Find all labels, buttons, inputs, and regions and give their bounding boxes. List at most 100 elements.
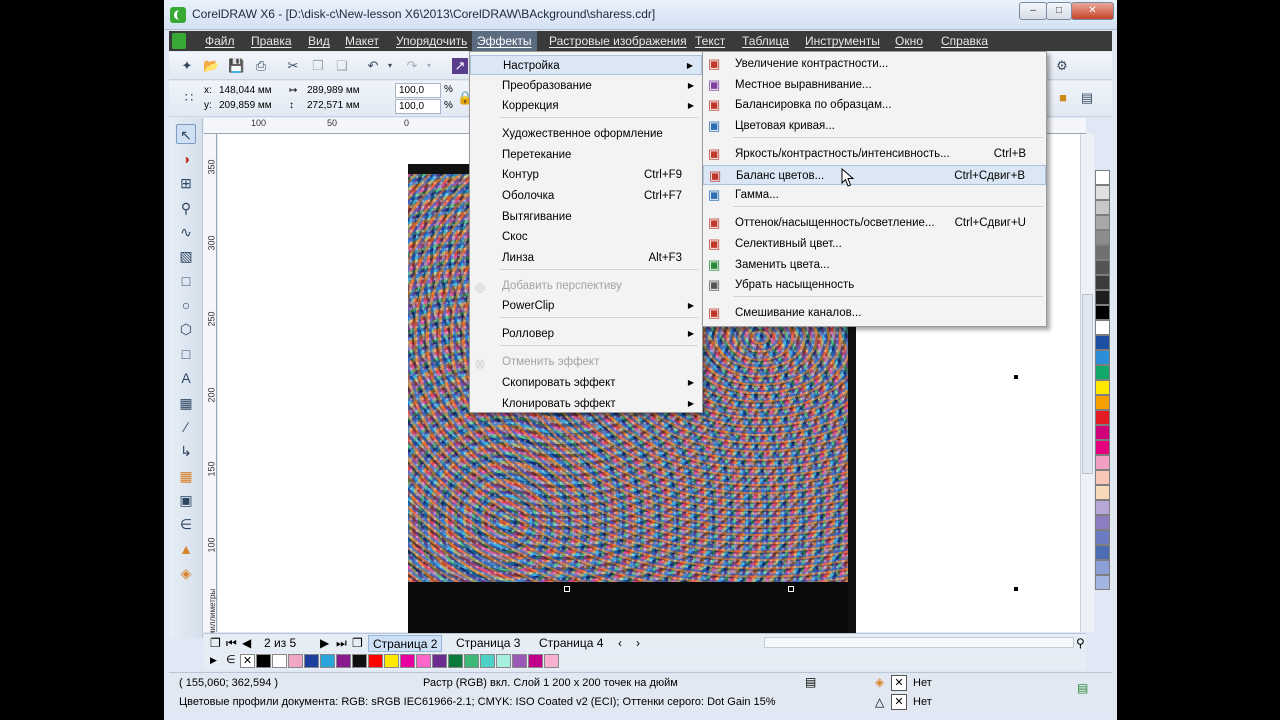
adjust-menu-item[interactable]: ▣ Заменить цвета... — [703, 255, 1046, 275]
adjust-menu-item[interactable]: ▣ Оттенок/насыщенность/осветление... Ctrl+… — [703, 213, 1046, 233]
document-color-swatch[interactable] — [480, 654, 495, 668]
tab-page-3[interactable]: Страница 3 — [452, 635, 524, 652]
palette-swatch[interactable] — [1095, 560, 1110, 575]
document-color-swatch[interactable] — [288, 654, 303, 668]
document-color-swatch[interactable] — [544, 654, 559, 668]
minimize-button[interactable]: – — [1019, 2, 1047, 20]
palette-eyedropper-icon[interactable]: ∈ — [222, 652, 240, 669]
palette-swatch[interactable] — [1095, 500, 1110, 515]
connector-tool-icon[interactable]: ↳ — [176, 441, 196, 461]
effects-menu-item[interactable]: Преобразование ▶ — [470, 76, 702, 96]
copy-icon[interactable]: ❐ — [310, 58, 326, 74]
document-color-swatch[interactable] — [256, 654, 271, 668]
effects-menu-item[interactable]: Оболочка Ctrl+F7 — [470, 186, 702, 206]
menu-table[interactable]: Таблица — [737, 31, 794, 51]
palette-swatch[interactable] — [1095, 350, 1110, 365]
adjust-menu-item[interactable]: ▣ Гамма... — [703, 185, 1046, 205]
prev-page-icon[interactable]: ◀ — [238, 635, 255, 652]
x-position-field[interactable]: 148,044 мм — [219, 84, 272, 98]
smart-fill-tool-icon[interactable]: ▧ — [176, 246, 196, 266]
effects-menu-item[interactable]: Линза Alt+F3 — [470, 248, 702, 268]
palette-swatch[interactable] — [1095, 545, 1110, 560]
ellipse-tool-icon[interactable]: ○ — [176, 295, 196, 315]
palette-swatch[interactable] — [1095, 185, 1110, 200]
effects-menu-item[interactable]: Клонировать эффект ▶ — [470, 394, 702, 414]
next-page-icon[interactable]: ▶ — [316, 635, 333, 652]
palette-swatch[interactable] — [1095, 410, 1110, 425]
palette-swatch[interactable] — [1095, 455, 1110, 470]
tabs-scroll-left-icon[interactable]: ‹ — [614, 635, 626, 652]
effects-menu-item[interactable]: Добавить перспективу ◎ — [470, 276, 702, 296]
palette-swatch[interactable] — [1095, 290, 1110, 305]
snap-icon[interactable]: ▤ — [805, 675, 816, 689]
vertical-ruler[interactable]: 350 300 250 200 150 100 миллиметры — [203, 134, 217, 636]
effects-menu-item[interactable]: Скопировать эффект ▶ — [470, 373, 702, 393]
palette-swatch[interactable] — [1095, 470, 1110, 485]
adjust-menu-item[interactable]: ▣ Селективный цвет... — [703, 234, 1046, 254]
palette-swatch[interactable] — [1095, 215, 1110, 230]
document-color-swatch[interactable] — [352, 654, 367, 668]
y-position-field[interactable]: 209,859 мм — [219, 99, 272, 113]
menu-file[interactable]: Файл — [200, 31, 240, 51]
palette-play-icon[interactable]: ▶ — [206, 652, 221, 669]
effects-menu-item[interactable]: Отменить эффект ◎ — [470, 352, 702, 372]
eyedropper-tool-icon[interactable]: ∈ — [176, 514, 196, 534]
dimension-tool-icon[interactable]: ∕ — [176, 417, 196, 437]
print-icon[interactable]: ⎙ — [253, 58, 269, 74]
bitmap-trace-icon[interactable]: ■ — [1055, 90, 1071, 106]
effects-menu-item[interactable]: Коррекция ▶ — [470, 96, 702, 116]
new-document-icon[interactable]: ✦ — [179, 58, 195, 74]
document-color-swatch[interactable] — [512, 654, 527, 668]
palette-swatch[interactable] — [1095, 380, 1110, 395]
adjust-menu-item[interactable]: ▣ Увеличение контрастности... — [703, 54, 1046, 74]
save-icon[interactable]: 💾 — [228, 58, 244, 74]
freehand-tool-icon[interactable]: ∿ — [176, 222, 196, 242]
menu-view[interactable]: Вид — [303, 31, 335, 51]
document-color-swatch[interactable] — [304, 654, 319, 668]
adjust-menu-item[interactable]: ▣ Баланс цветов... Ctrl+Сдвиг+B — [703, 165, 1046, 185]
adjust-menu-item[interactable]: ▣ Смешивание каналов... — [703, 303, 1046, 323]
palette-swatch[interactable] — [1095, 425, 1110, 440]
document-color-swatch[interactable] — [272, 654, 287, 668]
menu-tools[interactable]: Инструменты — [800, 31, 885, 51]
import-icon[interactable]: ↗ — [452, 58, 468, 74]
shape-tool-icon[interactable]: ◑ — [176, 149, 196, 169]
maximize-button[interactable]: □ — [1046, 2, 1072, 20]
menu-help[interactable]: Справка — [936, 31, 993, 51]
effects-menu-item[interactable]: Настройка ▶ — [470, 55, 702, 75]
selection-handle[interactable] — [564, 586, 570, 592]
document-color-swatch[interactable] — [432, 654, 447, 668]
polygon-tool-icon[interactable]: ⬡ — [176, 319, 196, 339]
menu-layout[interactable]: Макет — [340, 31, 384, 51]
adjust-menu-item[interactable]: ▣ Балансировка по образцам... — [703, 95, 1046, 115]
palette-swatch[interactable] — [1095, 245, 1110, 260]
document-color-swatch[interactable] — [416, 654, 431, 668]
text-tool-icon[interactable]: A — [176, 368, 196, 388]
effects-menu-item[interactable]: Перетекание — [470, 145, 702, 165]
scale-y-field[interactable]: 100,0 — [395, 99, 441, 114]
pick-tool-icon[interactable]: ↖ — [176, 124, 196, 144]
menu-edit[interactable]: Правка — [246, 31, 297, 51]
blend-tool-icon[interactable]: ▦ — [176, 466, 196, 486]
document-color-swatch[interactable] — [464, 654, 479, 668]
effects-menu-item[interactable]: Художественное оформление — [470, 124, 702, 144]
outline-tool-icon[interactable]: ▲ — [176, 539, 196, 559]
document-color-swatch[interactable] — [496, 654, 511, 668]
menu-window[interactable]: Окно — [890, 31, 928, 51]
table-tool-icon[interactable]: ▦ — [176, 393, 196, 413]
paste-icon[interactable]: ❑ — [334, 58, 350, 74]
scroll-thumb[interactable] — [1082, 294, 1093, 474]
undo-dropdown-icon[interactable]: ▾ — [382, 58, 398, 74]
palette-swatch[interactable] — [1095, 320, 1110, 335]
undo-icon[interactable]: ↶ — [365, 58, 381, 74]
palette-swatch[interactable] — [1095, 260, 1110, 275]
tab-page-2[interactable]: Страница 2 — [368, 635, 443, 652]
palette-swatch[interactable] — [1095, 485, 1110, 500]
crop-tool-icon[interactable]: ⊞ — [176, 173, 196, 193]
document-color-swatch[interactable] — [320, 654, 335, 668]
fill-none-swatch-icon[interactable]: ✕ — [891, 675, 907, 691]
document-color-swatch[interactable] — [528, 654, 543, 668]
adjust-menu-item[interactable]: ▣ Цветовая кривая... — [703, 116, 1046, 136]
document-color-swatch[interactable] — [400, 654, 415, 668]
adjust-menu-item[interactable]: ▣ Яркость/контрастность/интенсивность... C… — [703, 144, 1046, 164]
